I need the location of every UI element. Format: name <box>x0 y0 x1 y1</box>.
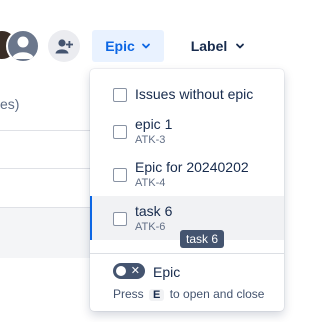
dropdown-divider <box>90 253 284 254</box>
epic-filter-button[interactable]: Epic <box>92 30 164 62</box>
table-row[interactable] <box>0 208 100 258</box>
option-epic-for-20240202[interactable]: Epic for 20240202 ATK-4 <box>90 155 284 193</box>
hint-suffix: to open and close <box>169 287 265 301</box>
option-title: Epic for 20240202 <box>135 159 249 175</box>
tooltip: task 6 <box>180 230 225 248</box>
add-person-icon <box>55 39 73 54</box>
toggle-knob <box>116 266 126 276</box>
background-column-text: es) <box>0 96 20 112</box>
checkbox[interactable] <box>113 168 127 182</box>
checkbox[interactable] <box>113 125 127 139</box>
keyboard-key: E <box>149 289 165 301</box>
row-divider <box>0 130 100 131</box>
label-filter-label: Label <box>190 38 228 54</box>
option-title: task 6 <box>135 203 173 219</box>
option-key: ATK-4 <box>135 177 166 189</box>
option-title: Issues without epic <box>135 86 254 102</box>
chevron-down-icon <box>236 43 245 49</box>
option-key: ATK-6 <box>135 221 166 233</box>
user-avatar-default[interactable] <box>6 29 40 63</box>
option-key: ATK-3 <box>135 134 166 146</box>
checkbox[interactable] <box>113 88 127 102</box>
add-people-button[interactable] <box>48 30 80 62</box>
option-epic-1[interactable]: epic 1 ATK-3 <box>90 112 284 150</box>
toggle-label: Epic <box>153 264 181 280</box>
row-divider <box>0 168 100 169</box>
chevron-down-icon <box>141 43 150 49</box>
epic-filter-label: Epic <box>105 38 135 54</box>
option-issues-without-epic[interactable]: Issues without epic <box>90 81 284 107</box>
close-icon: ✕ <box>130 265 140 277</box>
person-icon <box>12 36 34 59</box>
label-filter-button[interactable]: Label <box>178 30 258 62</box>
checkbox[interactable] <box>113 212 127 226</box>
keyboard-hint: Press E to open and close <box>113 287 264 301</box>
epic-toggle[interactable]: ✕ <box>113 263 145 279</box>
option-title: epic 1 <box>135 116 173 132</box>
hint-prefix: Press <box>113 287 144 301</box>
